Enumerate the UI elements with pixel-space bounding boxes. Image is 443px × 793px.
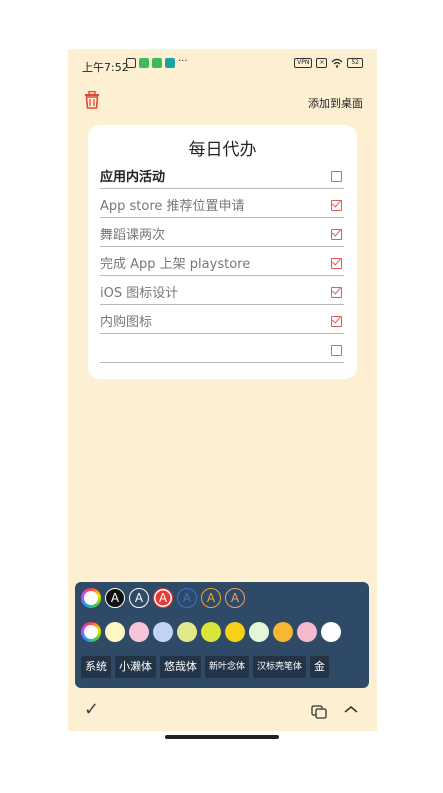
todo-text[interactable]: 应用内活动 — [100, 166, 165, 185]
trash-icon[interactable] — [84, 91, 100, 109]
todo-row[interactable]: App store 推荐位置申请 — [100, 193, 344, 218]
bg-color-swatch[interactable] — [153, 622, 173, 642]
text-color-blue[interactable]: A — [177, 588, 197, 608]
status-right: VPN × 52 — [294, 58, 363, 68]
todo-row[interactable]: iOS 图标设计 — [100, 280, 344, 305]
font-option[interactable]: 新叶念体 — [205, 656, 250, 678]
checkbox-checked[interactable] — [331, 316, 342, 327]
todo-row-empty[interactable] — [100, 338, 344, 363]
checkbox-checked[interactable] — [331, 287, 342, 298]
status-time: 上午7:52 — [82, 61, 129, 74]
font-option[interactable]: 汉标壳笔体 — [253, 656, 307, 678]
checkbox-checked[interactable] — [331, 229, 342, 240]
todo-text[interactable]: 完成 App 上架 playstore — [100, 253, 250, 272]
checkbox-checked[interactable] — [331, 258, 342, 269]
app-icon-teal — [165, 58, 175, 68]
text-color-orange[interactable]: A — [225, 588, 245, 608]
sim-icon: × — [316, 58, 328, 68]
bg-color-swatch[interactable] — [297, 622, 317, 642]
style-palette: A A A A A A 系统 小濑体 悠哉体 新叶念体 汉标壳笔体 金 — [75, 582, 369, 688]
todo-card: 每日代办 应用内活动 App store 推荐位置申请 舞蹈课两次 完成 App… — [88, 125, 357, 379]
status-bar: 上午7:52 ··· VPN × 52 — [68, 49, 377, 79]
text-color-yellow[interactable]: A — [201, 588, 221, 608]
vpn-icon: VPN — [294, 58, 313, 68]
bg-color-swatch[interactable] — [201, 622, 221, 642]
checkbox[interactable] — [331, 345, 342, 356]
bg-color-swatch[interactable] — [249, 622, 269, 642]
copy-icon[interactable] — [311, 705, 327, 719]
text-color-black[interactable]: A — [105, 588, 125, 608]
app-screen: 上午7:52 ··· VPN × 52 添加到桌面 每日代办 应用内活动 App — [68, 49, 377, 731]
font-option[interactable]: 系统 — [81, 656, 111, 678]
confirm-check-icon[interactable]: ✓ — [84, 699, 99, 720]
text-color-white[interactable]: A — [129, 588, 149, 608]
font-selector: 系统 小濑体 悠哉体 新叶念体 汉标壳笔体 金 — [81, 656, 330, 678]
bg-color-swatch[interactable] — [129, 622, 149, 642]
font-option[interactable]: 小濑体 — [115, 656, 156, 678]
todo-text[interactable]: 内购图标 — [100, 311, 152, 330]
app-icon-green — [139, 58, 149, 68]
background-color-row — [81, 622, 341, 642]
notification-icon — [126, 58, 136, 68]
color-wheel-icon[interactable] — [81, 588, 101, 608]
todo-text[interactable]: 舞蹈课两次 — [100, 224, 165, 243]
todo-row[interactable]: 完成 App 上架 playstore — [100, 251, 344, 276]
todo-row[interactable]: 舞蹈课两次 — [100, 222, 344, 247]
home-indicator — [165, 735, 279, 739]
color-wheel-icon[interactable] — [81, 622, 101, 642]
text-color-red[interactable]: A — [153, 588, 173, 608]
wifi-icon — [331, 58, 343, 68]
checkbox[interactable] — [331, 171, 342, 182]
card-title[interactable]: 每日代办 — [88, 135, 357, 160]
bg-color-swatch[interactable] — [225, 622, 245, 642]
chevron-up-icon[interactable] — [344, 705, 358, 715]
bg-color-swatch[interactable] — [321, 622, 341, 642]
font-option[interactable]: 悠哉体 — [160, 656, 201, 678]
text-color-row: A A A A A A — [81, 588, 245, 608]
add-to-desktop-button[interactable]: 添加到桌面 — [308, 95, 363, 111]
todo-text[interactable]: App store 推荐位置申请 — [100, 195, 245, 214]
bg-color-swatch[interactable] — [177, 622, 197, 642]
notification-icons: ··· — [126, 56, 188, 68]
todo-row[interactable]: 应用内活动 — [100, 164, 344, 189]
battery-icon: 52 — [347, 58, 363, 68]
bottom-toolbar: ✓ — [68, 695, 377, 731]
app-icon-green — [152, 58, 162, 68]
checkbox-checked[interactable] — [331, 200, 342, 211]
todo-row[interactable]: 内购图标 — [100, 309, 344, 334]
font-option[interactable]: 金 — [310, 656, 330, 678]
more-icon: ··· — [178, 56, 188, 67]
bg-color-swatch[interactable] — [273, 622, 293, 642]
bg-color-swatch[interactable] — [105, 622, 125, 642]
todo-text[interactable]: iOS 图标设计 — [100, 282, 178, 301]
